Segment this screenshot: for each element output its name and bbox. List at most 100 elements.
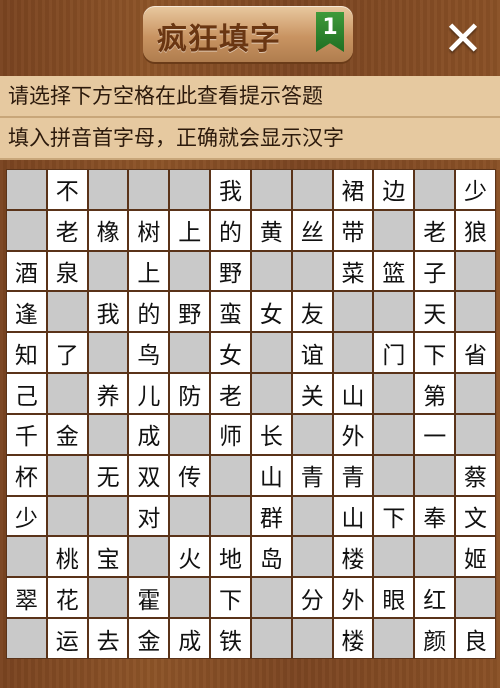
grid-cell-filled[interactable]: 楼 (332, 618, 374, 659)
grid-cell-filled[interactable]: 野 (169, 291, 211, 333)
grid-cell-empty[interactable] (87, 413, 129, 455)
grid-cell-filled[interactable]: 成 (128, 413, 170, 455)
grid-cell-filled[interactable]: 门 (373, 332, 415, 374)
grid-cell-empty[interactable] (46, 495, 88, 537)
grid-cell-empty[interactable] (414, 169, 456, 210)
grid-cell-filled[interactable]: 外 (332, 577, 374, 619)
grid-cell-filled[interactable]: 儿 (128, 373, 170, 414)
grid-cell-filled[interactable]: 谊 (291, 332, 333, 374)
grid-cell-filled[interactable]: 酒 (6, 250, 47, 292)
grid-cell-empty[interactable] (169, 413, 211, 455)
grid-cell-empty[interactable] (455, 577, 496, 619)
grid-cell-empty[interactable] (169, 250, 211, 292)
grid-cell-empty[interactable] (46, 454, 88, 496)
grid-cell-empty[interactable] (87, 169, 129, 210)
grid-cell-filled[interactable]: 丝 (291, 209, 333, 251)
grid-cell-filled[interactable]: 了 (46, 332, 88, 374)
grid-cell-empty[interactable] (373, 413, 415, 455)
grid-cell-filled[interactable]: 子 (414, 250, 456, 292)
grid-cell-filled[interactable]: 上 (128, 250, 170, 292)
grid-cell-empty[interactable] (87, 332, 129, 374)
grid-cell-filled[interactable]: 传 (169, 454, 211, 496)
grid-cell-empty[interactable] (250, 577, 292, 619)
grid-cell-filled[interactable]: 己 (6, 373, 47, 414)
grid-cell-filled[interactable]: 眼 (373, 577, 415, 619)
grid-cell-filled[interactable]: 不 (46, 169, 88, 210)
grid-cell-filled[interactable]: 逢 (6, 291, 47, 333)
grid-cell-filled[interactable]: 翠 (6, 577, 47, 619)
grid-cell-filled[interactable]: 狼 (455, 209, 496, 251)
grid-cell-filled[interactable]: 文 (455, 495, 496, 537)
grid-cell-filled[interactable]: 第 (414, 373, 456, 414)
grid-cell-filled[interactable]: 蛮 (210, 291, 251, 333)
grid-cell-filled[interactable]: 金 (128, 618, 170, 659)
grid-cell-filled[interactable]: 野 (210, 250, 251, 292)
grid-cell-empty[interactable] (455, 291, 496, 333)
grid-cell-filled[interactable]: 千 (6, 413, 47, 455)
grid-cell-filled[interactable]: 外 (332, 413, 374, 455)
grid-cell-filled[interactable]: 一 (414, 413, 456, 455)
grid-cell-empty[interactable] (373, 536, 415, 578)
grid-cell-filled[interactable]: 铁 (210, 618, 251, 659)
grid-cell-filled[interactable]: 楼 (332, 536, 374, 578)
grid-cell-filled[interactable]: 蔡 (455, 454, 496, 496)
grid-cell-empty[interactable] (455, 250, 496, 292)
grid-cell-filled[interactable]: 奉 (414, 495, 456, 537)
grid-cell-filled[interactable]: 山 (332, 373, 374, 414)
grid-cell-empty[interactable] (128, 169, 170, 210)
grid-cell-empty[interactable] (332, 332, 374, 374)
grid-cell-filled[interactable]: 红 (414, 577, 456, 619)
grid-cell-filled[interactable]: 双 (128, 454, 170, 496)
grid-cell-empty[interactable] (250, 332, 292, 374)
grid-cell-empty[interactable] (291, 618, 333, 659)
grid-cell-filled[interactable]: 下 (414, 332, 456, 374)
grid-cell-filled[interactable]: 姬 (455, 536, 496, 578)
grid-cell-filled[interactable]: 金 (46, 413, 88, 455)
grid-cell-filled[interactable]: 的 (210, 209, 251, 251)
grid-cell-filled[interactable]: 颜 (414, 618, 456, 659)
grid-cell-empty[interactable] (291, 413, 333, 455)
grid-cell-filled[interactable]: 山 (332, 495, 374, 537)
grid-cell-filled[interactable]: 篮 (373, 250, 415, 292)
grid-cell-filled[interactable]: 青 (332, 454, 374, 496)
grid-cell-empty[interactable] (291, 250, 333, 292)
grid-cell-empty[interactable] (250, 250, 292, 292)
grid-cell-filled[interactable]: 知 (6, 332, 47, 374)
grid-cell-filled[interactable]: 地 (210, 536, 251, 578)
grid-cell-filled[interactable]: 鸟 (128, 332, 170, 374)
grid-cell-empty[interactable] (46, 373, 88, 414)
grid-cell-filled[interactable]: 省 (455, 332, 496, 374)
grid-cell-filled[interactable]: 老 (210, 373, 251, 414)
grid-cell-empty[interactable] (6, 169, 47, 210)
grid-cell-empty[interactable] (455, 373, 496, 414)
grid-cell-filled[interactable]: 友 (291, 291, 333, 333)
grid-cell-empty[interactable] (414, 454, 456, 496)
grid-cell-filled[interactable]: 女 (250, 291, 292, 333)
grid-cell-filled[interactable]: 青 (291, 454, 333, 496)
grid-cell-filled[interactable]: 下 (373, 495, 415, 537)
grid-cell-empty[interactable] (169, 577, 211, 619)
grid-cell-filled[interactable]: 少 (455, 169, 496, 210)
grid-cell-filled[interactable]: 我 (87, 291, 129, 333)
grid-cell-empty[interactable] (373, 209, 415, 251)
grid-cell-filled[interactable]: 树 (128, 209, 170, 251)
grid-cell-filled[interactable]: 对 (128, 495, 170, 537)
grid-cell-filled[interactable]: 火 (169, 536, 211, 578)
grid-cell-filled[interactable]: 群 (250, 495, 292, 537)
grid-cell-filled[interactable]: 养 (87, 373, 129, 414)
grid-cell-empty[interactable] (6, 536, 47, 578)
grid-cell-empty[interactable] (373, 618, 415, 659)
grid-cell-empty[interactable] (46, 291, 88, 333)
grid-cell-empty[interactable] (87, 250, 129, 292)
grid-cell-filled[interactable]: 菜 (332, 250, 374, 292)
grid-cell-empty[interactable] (332, 291, 374, 333)
grid-cell-filled[interactable]: 下 (210, 577, 251, 619)
grid-cell-filled[interactable]: 长 (250, 413, 292, 455)
grid-cell-empty[interactable] (6, 209, 47, 251)
grid-cell-filled[interactable]: 去 (87, 618, 129, 659)
grid-cell-filled[interactable]: 杯 (6, 454, 47, 496)
grid-cell-filled[interactable]: 老 (414, 209, 456, 251)
grid-cell-empty[interactable] (291, 536, 333, 578)
grid-cell-filled[interactable]: 橡 (87, 209, 129, 251)
grid-cell-filled[interactable]: 山 (250, 454, 292, 496)
